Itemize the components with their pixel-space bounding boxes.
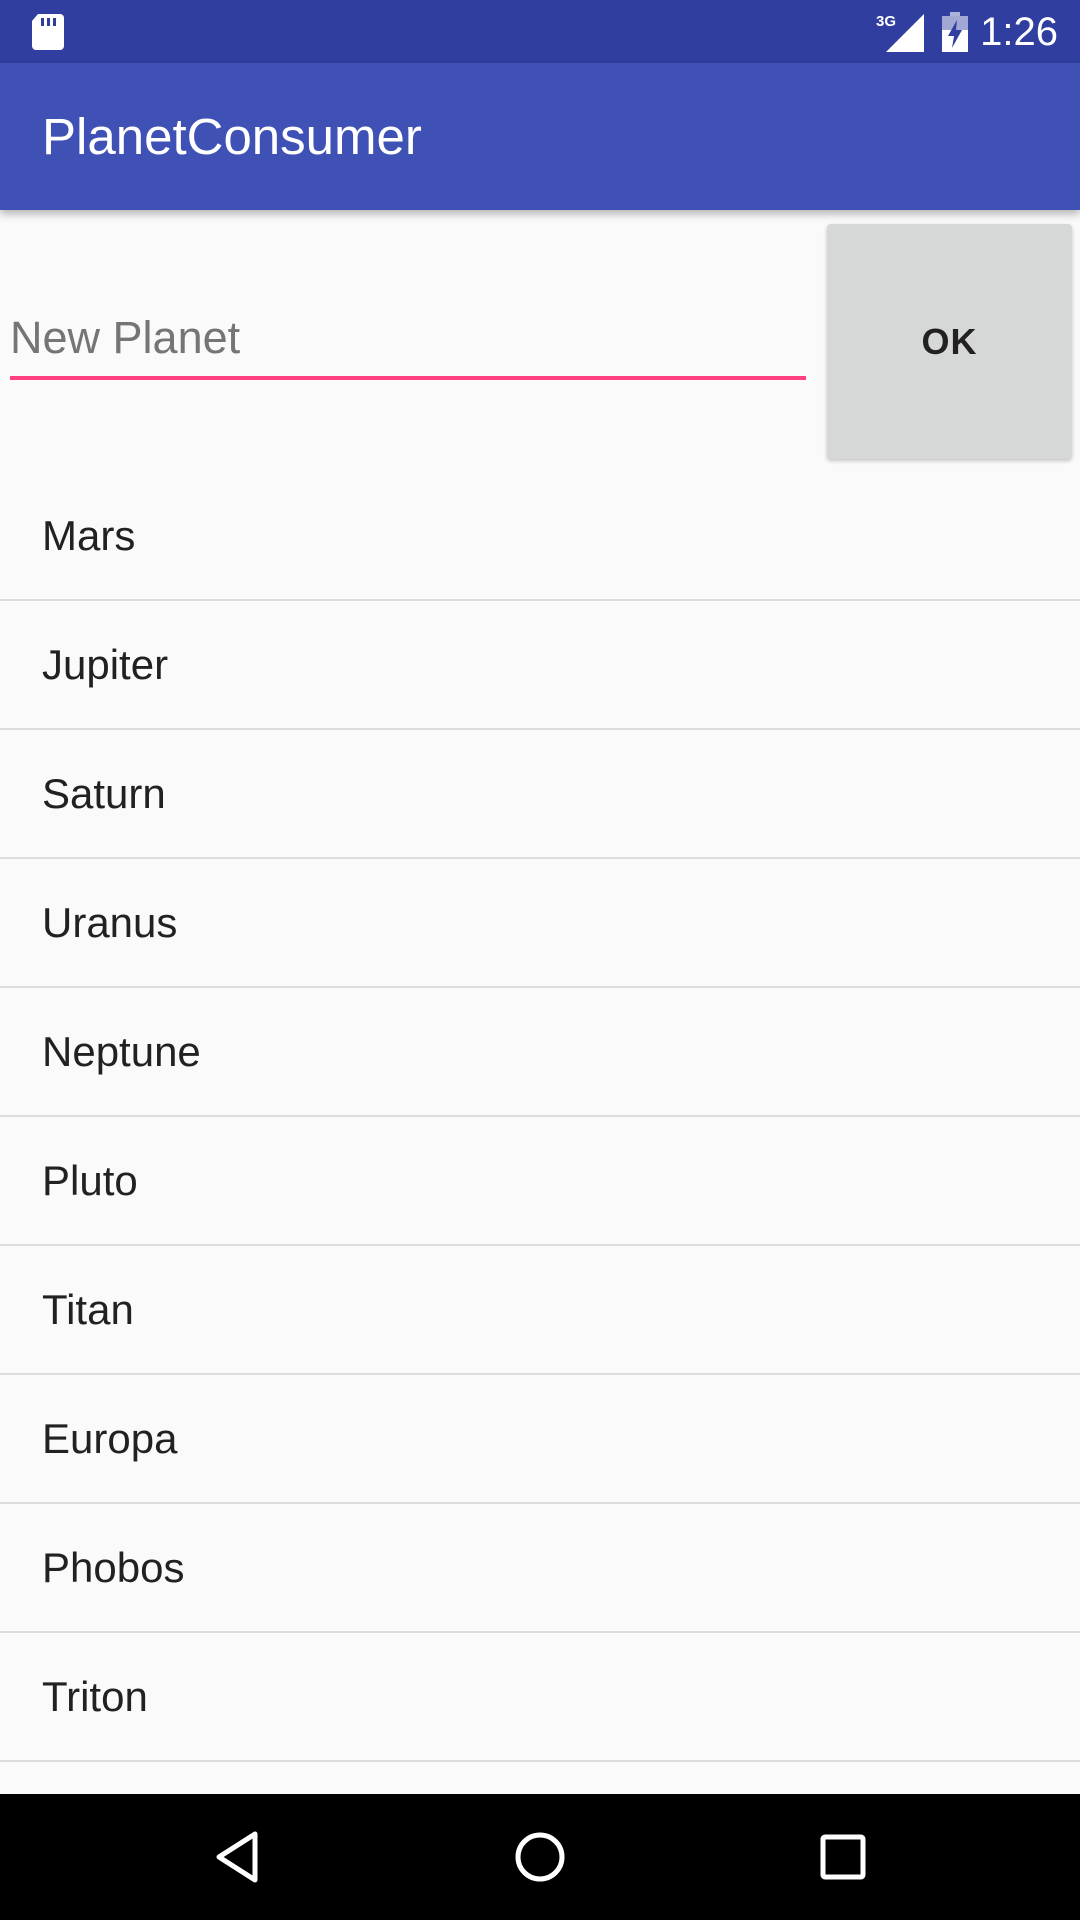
list-item[interactable]: Jupiter [0,601,1080,730]
home-button[interactable] [500,1817,580,1897]
list-item-label: Phobos [42,1544,185,1591]
list-item-label: Mars [42,512,136,559]
list-item[interactable]: Phobos [0,1504,1080,1633]
list-item[interactable]: Neptune [0,988,1080,1117]
recents-button[interactable] [803,1817,883,1897]
ok-button[interactable]: OK [827,224,1072,459]
back-button[interactable] [197,1817,277,1897]
list-item-label: Pluto [42,1157,138,1204]
list-item-label: Titan [42,1286,134,1333]
navigation-bar [0,1794,1080,1920]
status-clock: 1:26 [980,10,1058,54]
list-item[interactable]: Europa [0,1375,1080,1504]
battery-charging-icon [942,12,968,52]
home-icon [515,1832,565,1882]
list-item[interactable]: Saturn [0,730,1080,859]
list-item-label: Europa [42,1415,178,1462]
list-item[interactable]: Mars [0,472,1080,601]
sd-card-icon [32,14,64,50]
network-type-label: 3G [876,13,896,30]
new-planet-input[interactable] [10,300,806,380]
back-icon [216,1831,258,1883]
list-item-label: Neptune [42,1028,201,1075]
list-item[interactable]: Uranus [0,859,1080,988]
list-item[interactable]: Triton [0,1633,1080,1762]
app-bar: PlanetConsumer [0,63,1080,210]
planet-list: Mars Jupiter Saturn Uranus Neptune Pluto… [0,472,1080,1762]
status-bar: 3G 1:26 [0,0,1080,63]
list-item[interactable]: Titan [0,1246,1080,1375]
list-item-label: Uranus [42,899,178,946]
list-item[interactable]: Pluto [0,1117,1080,1246]
recents-icon [820,1834,866,1880]
app-title: PlanetConsumer [42,108,422,165]
new-planet-form: OK [0,210,1080,480]
list-item-label: Triton [42,1673,148,1720]
signal-icon: 3G [876,13,924,52]
list-item-label: Jupiter [42,641,169,688]
list-item-label: Saturn [42,770,166,817]
